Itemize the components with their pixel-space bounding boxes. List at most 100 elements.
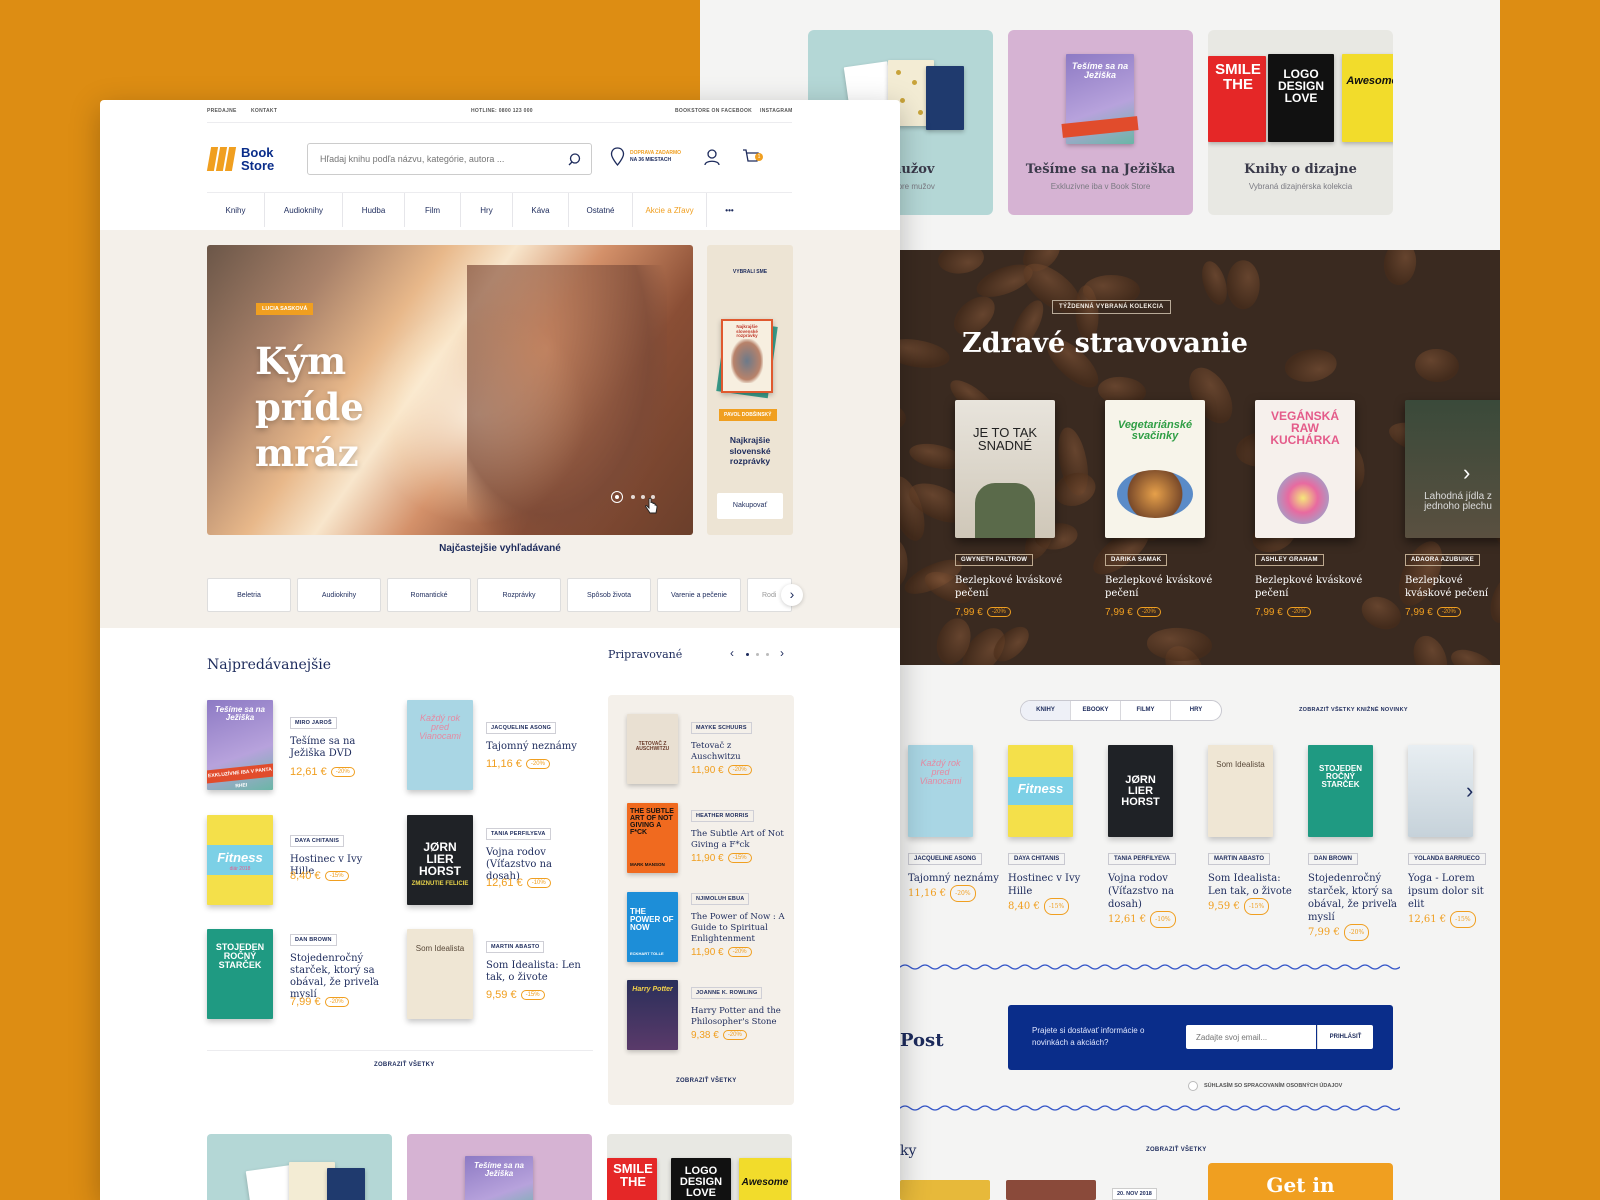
- picked-title[interactable]: Najkrajšie slovenské rozprávky: [713, 435, 787, 467]
- category-card-design[interactable]: SMILE THE LOGO DESIGN LOVE Awesome: [607, 1134, 792, 1200]
- chip-audiobooks[interactable]: Audioknihy: [297, 578, 381, 612]
- logo[interactable]: Book Store: [206, 144, 297, 176]
- slider-dot[interactable]: [631, 495, 635, 499]
- book-cover[interactable]: JØRN LIER HORST ZMIZNUTIE FELICIE: [407, 815, 473, 905]
- picked-author[interactable]: PAVOL DOBŠINSKÝ: [719, 409, 777, 421]
- book-cover[interactable]: Fitness: [1008, 745, 1073, 837]
- chevron-right-icon[interactable]: ›: [1463, 460, 1470, 486]
- show-all-bestsellers-link[interactable]: ZOBRAZIŤ VŠETKY: [374, 1062, 435, 1068]
- chevron-left-icon[interactable]: ‹: [730, 646, 734, 660]
- stores-link[interactable]: PREDAJNE: [207, 108, 237, 114]
- book-item[interactable]: Som Idealista: Len tak, o živote 9,59 € -1…: [1208, 872, 1300, 915]
- book-author[interactable]: HEATHER MORRIS: [691, 810, 754, 822]
- nav-coffee[interactable]: Káva: [513, 193, 569, 227]
- category-card-christmas[interactable]: Tešíme sa na Ježiška: [407, 1134, 592, 1200]
- book-author[interactable]: GWYNETH PALTROW: [955, 554, 1034, 566]
- hero-banner[interactable]: LUCIA SASKOVÁ Kým príde mráz: [207, 245, 693, 535]
- nav-sales[interactable]: Akcie a Zľavy: [633, 193, 707, 227]
- chevron-right-icon[interactable]: ›: [781, 584, 803, 606]
- category-card-christmas[interactable]: Tešíme sa na Ježiška Tešíme sa na Ježišk…: [1008, 30, 1193, 215]
- nav-audiobooks[interactable]: Audioknihy: [265, 193, 343, 227]
- book-name[interactable]: Bezlepkové kváskové pečení: [1255, 574, 1365, 600]
- slider-dot-active[interactable]: [611, 491, 623, 503]
- tab-ebooks[interactable]: EBOOKY: [1071, 701, 1121, 720]
- book-author[interactable]: MIRO JAROŠ: [290, 717, 337, 729]
- email-input[interactable]: [1186, 1025, 1316, 1049]
- book-cover[interactable]: Tešíme sa na Ježiška EXKLUZÍVNE IBA V PA…: [207, 700, 273, 790]
- book-cover[interactable]: JE TO TAK SNADNÉ: [955, 400, 1055, 538]
- book-cover[interactable]: VEGÁNSKÁ RAW KUCHÁRKA: [1255, 400, 1355, 538]
- book-item[interactable]: Vojna rodov (Víťazstvo na dosah) 12,61 € -…: [1108, 872, 1200, 928]
- book-name[interactable]: Som Idealista: Len tak, o živote: [486, 960, 582, 984]
- book-author[interactable]: JACQUELINE ASONG: [486, 722, 557, 734]
- book-cover[interactable]: Harry Potter: [627, 980, 678, 1050]
- category-card-design[interactable]: SMILE THE LOGO DESIGN LOVE Awesome Knihy…: [1208, 30, 1393, 215]
- book-name[interactable]: Tetovač z Auschwitzu: [691, 741, 761, 763]
- nav-film[interactable]: Film: [405, 193, 461, 227]
- book-item[interactable]: Yoga - Lorem ipsum dolor sit elit 12,61 €…: [1408, 872, 1500, 928]
- book-cover[interactable]: STOJEDEN ROČNÝ STARČEK: [1308, 745, 1373, 837]
- book-author[interactable]: TANIA PERFILYEVA: [486, 828, 551, 840]
- more-icon[interactable]: •••: [707, 193, 752, 227]
- subscribe-button[interactable]: PRIHLÁSIŤ: [1317, 1025, 1373, 1049]
- book-author[interactable]: DAYA CHITANIS: [1008, 853, 1066, 865]
- chevron-right-icon[interactable]: ›: [1466, 778, 1473, 804]
- book-cover[interactable]: THE POWER OF NOW ECKHART TOLLE: [627, 892, 678, 962]
- user-icon[interactable]: [703, 148, 721, 166]
- tab-books[interactable]: KNIHY: [1021, 701, 1071, 720]
- instagram-link[interactable]: INSTAGRAM: [760, 108, 793, 114]
- book-name[interactable]: Bezlepkové kváskové pečení: [955, 574, 1065, 600]
- contact-cta[interactable]: Get in: [1208, 1163, 1393, 1200]
- nav-games[interactable]: Hry: [461, 193, 513, 227]
- book-author[interactable]: NJIMOLUH EBUA: [691, 893, 750, 905]
- book-author[interactable]: TANIA PERFILYEVA: [1108, 853, 1177, 865]
- book-cover[interactable]: Najkrajšie slovenské rozprávky: [721, 319, 773, 393]
- chip-romance[interactable]: Romantické: [387, 578, 471, 612]
- book-cover[interactable]: STOJEDEN ROČNÝ STARČEK: [207, 929, 273, 1019]
- facebook-link[interactable]: BOOKSTORE ON FACEBOOK: [675, 108, 752, 114]
- slider-dot[interactable]: [756, 653, 759, 656]
- book-author[interactable]: DAN BROWN: [1308, 853, 1358, 865]
- book-name[interactable]: Stojedenročný starček, ktorý sa obával, …: [290, 953, 386, 1001]
- book-cover[interactable]: TETOVAČ Z AUSCHWITZU: [627, 714, 678, 784]
- show-all-link[interactable]: ZOBRAZIŤ VŠETKY: [1146, 1147, 1207, 1153]
- nav-other[interactable]: Ostatné: [569, 193, 633, 227]
- book-item[interactable]: Stojedenročný starček, ktorý sa obával, …: [1308, 872, 1400, 941]
- nav-music[interactable]: Hudba: [343, 193, 405, 227]
- chip-fairytales[interactable]: Rozprávky: [477, 578, 561, 612]
- chevron-right-icon[interactable]: ›: [780, 646, 784, 660]
- book-cover[interactable]: Každý rok pred Vianocami: [908, 745, 973, 837]
- book-cover[interactable]: JØRN LIER HORST: [1108, 745, 1173, 837]
- book-cover[interactable]: Vegetariánské svačinky: [1105, 400, 1205, 538]
- free-delivery[interactable]: DOPRAVA ZADARMO NA 36 MIESTACH: [630, 150, 681, 164]
- book-name[interactable]: Bezlepkové kváskové pečení: [1405, 574, 1500, 600]
- book-cover[interactable]: Som Idealista: [407, 929, 473, 1019]
- book-author[interactable]: DAN BROWN: [290, 934, 337, 946]
- book-cover[interactable]: Každý rok pred Vianocami: [407, 700, 473, 790]
- book-name[interactable]: Harry Potter and the Philosopher's Stone: [691, 1006, 791, 1028]
- book-name[interactable]: Tajomný neznámy: [486, 741, 582, 753]
- book-cover[interactable]: THE SUBTLE ART OF NOT GIVING A F*CK MARK…: [627, 803, 678, 873]
- shop-button[interactable]: Nakupovať: [717, 493, 783, 519]
- search-input[interactable]: [308, 144, 548, 174]
- search-icon[interactable]: [568, 153, 581, 166]
- show-all-new-link[interactable]: ZOBRAZIŤ VŠETKY KNIŽNÉ NOVINKY: [1299, 707, 1408, 713]
- chip-lifestyle[interactable]: Spôsob života: [567, 578, 651, 612]
- chip-cooking[interactable]: Varenie a pečenie: [657, 578, 741, 612]
- chip-fiction[interactable]: Beletria: [207, 578, 291, 612]
- nav-books[interactable]: Knihy: [207, 193, 265, 227]
- book-author[interactable]: MARTIN ABASTO: [1208, 853, 1270, 865]
- book-name[interactable]: The Power of Now : A Guide to Spiritual …: [691, 912, 791, 945]
- book-author[interactable]: JOANNE K. ROWLING: [691, 987, 763, 999]
- tab-films[interactable]: FILMY: [1121, 701, 1171, 720]
- hero-author-badge[interactable]: LUCIA SASKOVÁ: [256, 303, 314, 315]
- book-author[interactable]: JACQUELINE ASONG: [908, 853, 983, 865]
- contact-link[interactable]: KONTAKT: [251, 108, 277, 114]
- book-author[interactable]: MAYKE SCHUURS: [691, 722, 752, 734]
- book-author[interactable]: ADAORA AZUBUIKE: [1405, 554, 1481, 566]
- book-name[interactable]: The Subtle Art of Not Giving a F*ck: [691, 829, 791, 851]
- category-card-men[interactable]: [207, 1134, 392, 1200]
- book-author[interactable]: DARIKA SAMAK: [1105, 554, 1168, 566]
- slider-dot-active[interactable]: [746, 653, 749, 656]
- book-author[interactable]: DAYA CHITANIS: [290, 835, 345, 847]
